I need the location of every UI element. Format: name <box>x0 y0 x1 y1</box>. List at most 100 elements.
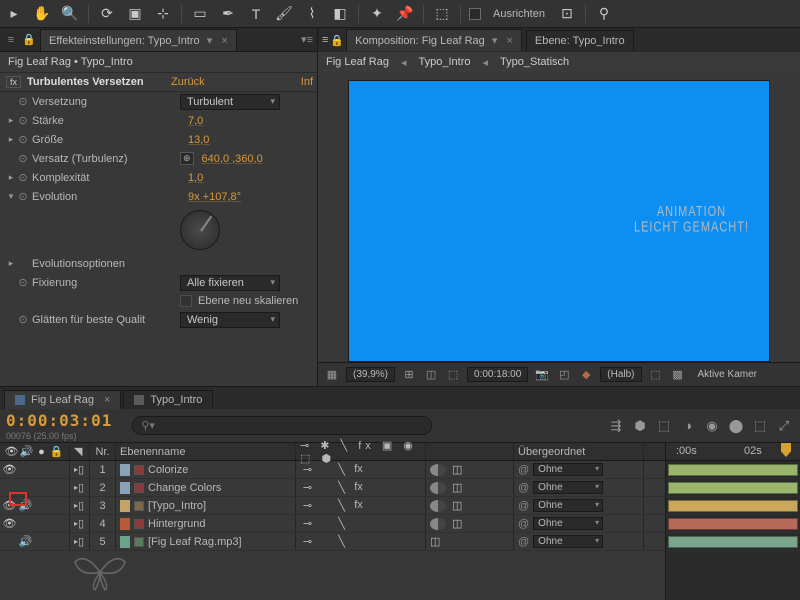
track-matte-dropdown[interactable]: ◫ <box>452 481 464 494</box>
label-color[interactable] <box>120 518 130 530</box>
stopwatch-icon[interactable]: ⊙ <box>16 95 30 108</box>
color-icon[interactable]: ◆ <box>578 368 594 381</box>
camera-dropdown[interactable]: Aktive Kamer <box>692 368 763 381</box>
current-time-indicator[interactable] <box>781 443 791 457</box>
stopwatch-icon[interactable]: ⊙ <box>16 171 30 184</box>
track-row[interactable] <box>666 497 800 515</box>
roto-tool-icon[interactable]: ✦ <box>367 4 387 24</box>
layer-row[interactable]: 👁▸ ▯1Colorize⊸╲fx◫@Ohne <box>0 461 665 479</box>
res-icon[interactable]: ⊞ <box>401 368 417 381</box>
shy-toggle[interactable]: ▯ <box>78 481 84 494</box>
parent-dropdown[interactable]: Ohne <box>533 463 603 476</box>
snap-checkbox[interactable] <box>469 8 481 20</box>
layer-search-input[interactable]: ⚲▾ <box>132 416 432 435</box>
puppet-tool-icon[interactable]: 📌 <box>395 4 415 24</box>
shy-toggle[interactable]: ▯ <box>78 535 84 548</box>
layer-name-text[interactable]: [Fig Leaf Rag.mp3] <box>148 536 242 548</box>
panel-options-icon[interactable]: ▾≡ <box>301 33 313 46</box>
stopwatch-icon[interactable]: ⊙ <box>16 313 30 326</box>
twirl-icon[interactable]: ▸ <box>6 258 16 269</box>
stopwatch-icon[interactable]: ⊙ <box>16 133 30 146</box>
snapshot-icon[interactable]: 📷 <box>534 368 550 381</box>
fx-switch[interactable]: fx <box>351 463 366 476</box>
shy-switch[interactable]: ⊸ <box>300 517 315 530</box>
text-tool-icon[interactable]: T <box>246 4 266 24</box>
fx-switch[interactable] <box>351 517 366 530</box>
parent-dropdown[interactable]: Ohne <box>533 481 603 494</box>
hand-tool-icon[interactable]: ✋ <box>32 4 52 24</box>
preview-time[interactable]: 0:00:18:00 <box>467 367 528 382</box>
eraser-tool-icon[interactable]: ◧ <box>330 4 350 24</box>
versatz-value[interactable]: 640,0 ,360,0 <box>194 153 263 165</box>
shy-switch[interactable]: ⊸ <box>300 499 315 512</box>
time-ruler[interactable]: :00s 02s <box>666 443 800 461</box>
label-column-icon[interactable]: ◥ <box>74 445 82 458</box>
pickwhip-icon[interactable]: @ <box>518 482 529 494</box>
track-matte-dropdown[interactable]: ◫ <box>452 463 464 476</box>
pickwhip-icon[interactable]: @ <box>518 518 529 530</box>
layer-row[interactable]: 👁🔊▸ ▯3[Typo_Intro]⊸╲fx◫@Ohne <box>0 497 665 515</box>
layer-name-text[interactable]: Hintergrund <box>148 518 205 530</box>
staerke-value[interactable]: 7,0 <box>180 115 203 127</box>
evolution-value[interactable]: 9x +107,8° <box>180 191 241 203</box>
close-icon[interactable]: × <box>221 35 227 47</box>
layer-name-text[interactable]: [Typo_Intro] <box>148 500 206 512</box>
twirl-icon[interactable]: ▸ <box>6 115 16 126</box>
transparency-icon[interactable]: ▩ <box>670 368 686 381</box>
fx-badge-icon[interactable]: fx <box>6 76 21 88</box>
visibility-toggle[interactable]: 👁 <box>2 463 17 476</box>
brainstorm-icon[interactable]: ⬤ <box>726 416 746 436</box>
snap-options-icon[interactable]: ⊡ <box>557 4 577 24</box>
visibility-toggle[interactable]: 👁 <box>2 499 17 512</box>
quality-switch[interactable]: ╲ <box>334 535 349 548</box>
close-icon[interactable]: × <box>506 35 512 47</box>
reset-link[interactable]: Zurück <box>165 76 205 88</box>
tab-dropdown-icon[interactable]: ▾ <box>492 35 498 47</box>
shy-toggle[interactable]: ▯ <box>78 463 84 476</box>
track-row[interactable] <box>666 479 800 497</box>
layer-bar[interactable] <box>668 500 798 512</box>
panel-menu-icon[interactable]: ≡ <box>322 34 328 46</box>
label-color[interactable] <box>120 500 130 512</box>
track-row[interactable] <box>666 461 800 479</box>
parent-dropdown[interactable]: Ohne <box>533 517 603 530</box>
blend-mode-icon[interactable] <box>430 464 446 476</box>
stopwatch-icon[interactable]: ⊙ <box>16 152 30 165</box>
shy-switch[interactable]: ⊸ <box>300 463 315 476</box>
audio-toggle[interactable]: 🔊 <box>18 499 33 512</box>
layer-name-text[interactable]: Colorize <box>148 464 188 476</box>
groesse-value[interactable]: 13,0 <box>180 134 209 146</box>
info-link[interactable]: Inf <box>301 76 317 88</box>
graph-editor-icon[interactable]: ⬚ <box>750 416 770 436</box>
composition-tab[interactable]: Komposition: Fig Leaf Rag ▾ × <box>346 29 522 51</box>
panel-menu-icon[interactable]: ≡ <box>4 34 18 46</box>
brush-tool-icon[interactable]: 🖌 <box>274 4 294 24</box>
track-matte-dropdown[interactable]: ◫ <box>452 499 464 512</box>
track-matte-dropdown[interactable]: ◫ <box>452 517 464 530</box>
evolution-dial[interactable] <box>180 210 220 250</box>
shy-icon[interactable]: ⬚ <box>654 416 674 436</box>
rotate-tool-icon[interactable]: ⟳ <box>97 4 117 24</box>
layer-row[interactable]: ▸ ▯2Change Colors⊸╲fx◫@Ohne <box>0 479 665 497</box>
timeline-tab-inactive[interactable]: Typo_Intro <box>123 390 213 409</box>
blend-mode-icon[interactable] <box>430 518 446 530</box>
layer-row[interactable]: 🔊▸ ▯5[Fig Leaf Rag.mp3]⊸╲◫@Ohne <box>0 533 665 551</box>
grid-icon[interactable]: ▦ <box>324 368 340 381</box>
label-color[interactable] <box>120 536 130 548</box>
layer-tab[interactable]: Ebene: Typo_Intro <box>526 30 634 51</box>
panel-lock-icon[interactable]: 🔒 <box>330 34 344 47</box>
quality-switch[interactable]: ╲ <box>334 463 349 476</box>
zoom-tool-icon[interactable]: 🔍 <box>60 4 80 24</box>
fx-switch[interactable] <box>351 535 366 548</box>
zoom-dropdown[interactable]: (39,9%) <box>346 367 395 382</box>
label-color[interactable] <box>120 482 130 494</box>
selection-tool-icon[interactable]: ▸ <box>4 4 24 24</box>
quality-switch[interactable]: ╲ <box>334 481 349 494</box>
pickwhip-icon[interactable]: @ <box>518 464 529 476</box>
pickwhip-icon[interactable]: @ <box>518 500 529 512</box>
audio-toggle[interactable]: 🔊 <box>18 535 33 548</box>
stopwatch-icon[interactable]: ⊙ <box>16 276 30 289</box>
shy-switch[interactable]: ⊸ <box>300 535 315 548</box>
channel-icon[interactable]: ◫ <box>423 368 439 381</box>
search-icon[interactable]: ⚲ <box>594 4 614 24</box>
